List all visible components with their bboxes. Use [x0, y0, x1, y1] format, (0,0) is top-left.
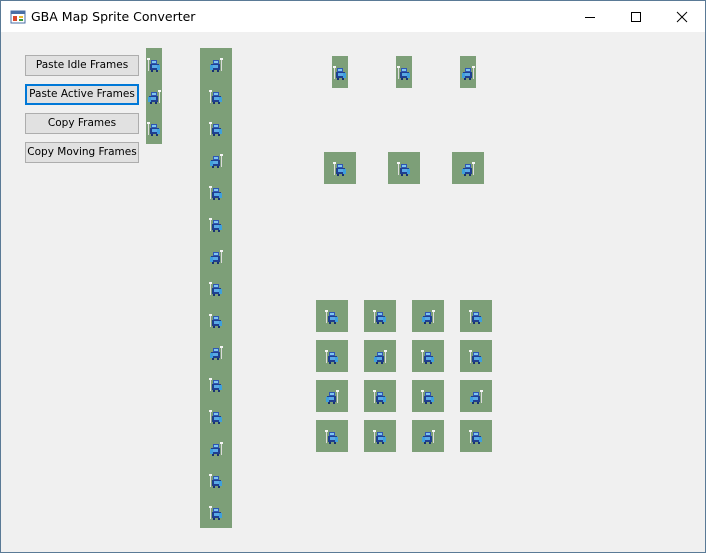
knight-sprite-icon — [462, 66, 475, 80]
idle-output-frame — [396, 56, 412, 88]
minimize-button[interactable] — [567, 1, 613, 32]
moving-output-frame — [364, 300, 396, 332]
moving-output-frame — [364, 380, 396, 412]
knight-sprite-icon — [210, 154, 223, 168]
idle-output-frame — [460, 56, 476, 88]
knight-sprite-icon — [210, 346, 223, 360]
paste-idle-frames-button[interactable]: Paste Idle Frames — [25, 55, 139, 76]
knight-sprite-icon — [209, 378, 222, 392]
knight-sprite-icon — [373, 310, 386, 324]
maximize-icon — [631, 11, 641, 22]
knight-sprite-icon — [325, 430, 338, 444]
knight-sprite-icon — [147, 58, 160, 72]
knight-sprite-icon — [209, 90, 222, 104]
knight-sprite-icon — [469, 350, 482, 364]
knight-sprite-icon — [209, 122, 222, 136]
moving-frames-strip — [200, 48, 232, 528]
knight-sprite-icon — [470, 390, 483, 404]
moving-output-frame — [316, 420, 348, 452]
knight-sprite-icon — [469, 430, 482, 444]
knight-sprite-icon — [325, 350, 338, 364]
knight-sprite-icon — [422, 430, 435, 444]
knight-sprite-icon — [469, 310, 482, 324]
knight-sprite-icon — [373, 430, 386, 444]
moving-output-frame — [412, 380, 444, 412]
active-output-frame — [452, 152, 484, 184]
copy-frames-button[interactable]: Copy Frames — [25, 113, 139, 134]
moving-output-frame — [460, 300, 492, 332]
knight-sprite-icon — [209, 410, 222, 424]
maximize-button[interactable] — [613, 1, 659, 32]
knight-sprite-icon — [147, 122, 160, 136]
moving-output-frame — [460, 380, 492, 412]
moving-output-frame — [316, 300, 348, 332]
knight-sprite-icon — [209, 506, 222, 520]
knight-sprite-icon — [333, 66, 346, 80]
close-button[interactable] — [659, 1, 705, 32]
knight-sprite-icon — [325, 310, 338, 324]
moving-output-frame — [460, 420, 492, 452]
minimize-icon — [585, 16, 595, 18]
active-output-frame — [388, 152, 420, 184]
knight-sprite-icon — [210, 58, 223, 72]
knight-sprite-icon — [210, 442, 223, 456]
client-area: Paste Idle Frames Paste Active Frames Co… — [1, 32, 705, 552]
knight-sprite-icon — [209, 474, 222, 488]
copy-moving-frames-button[interactable]: Copy Moving Frames — [25, 142, 139, 163]
idle-output-frame — [332, 56, 348, 88]
close-icon — [676, 11, 688, 22]
moving-output-frame — [412, 300, 444, 332]
moving-output-frame — [460, 340, 492, 372]
app-window-icon — [10, 10, 26, 24]
knight-sprite-icon — [397, 66, 410, 80]
knight-sprite-icon — [422, 310, 435, 324]
knight-sprite-icon — [374, 350, 387, 364]
moving-output-frame — [364, 340, 396, 372]
knight-sprite-icon — [148, 90, 161, 104]
window-title: GBA Map Sprite Converter — [31, 9, 196, 24]
knight-sprite-icon — [209, 218, 222, 232]
knight-sprite-icon — [209, 282, 222, 296]
moving-output-frame — [364, 420, 396, 452]
title-bar[interactable]: GBA Map Sprite Converter — [1, 1, 705, 32]
moving-output-frame — [412, 420, 444, 452]
knight-sprite-icon — [209, 186, 222, 200]
knight-sprite-icon — [210, 250, 223, 264]
knight-sprite-icon — [373, 390, 386, 404]
knight-sprite-icon — [333, 162, 346, 176]
knight-sprite-icon — [397, 162, 410, 176]
knight-sprite-icon — [209, 314, 222, 328]
knight-sprite-icon — [421, 350, 434, 364]
knight-sprite-icon — [462, 162, 475, 176]
knight-sprite-icon — [421, 390, 434, 404]
paste-active-frames-button[interactable]: Paste Active Frames — [25, 84, 139, 105]
moving-output-frame — [316, 380, 348, 412]
knight-sprite-icon — [326, 390, 339, 404]
moving-output-frame — [316, 340, 348, 372]
moving-output-frame — [412, 340, 444, 372]
main-window: GBA Map Sprite Converter Paste Idle Fram… — [0, 0, 706, 553]
idle-input-preview — [146, 48, 162, 144]
active-output-frame — [324, 152, 356, 184]
